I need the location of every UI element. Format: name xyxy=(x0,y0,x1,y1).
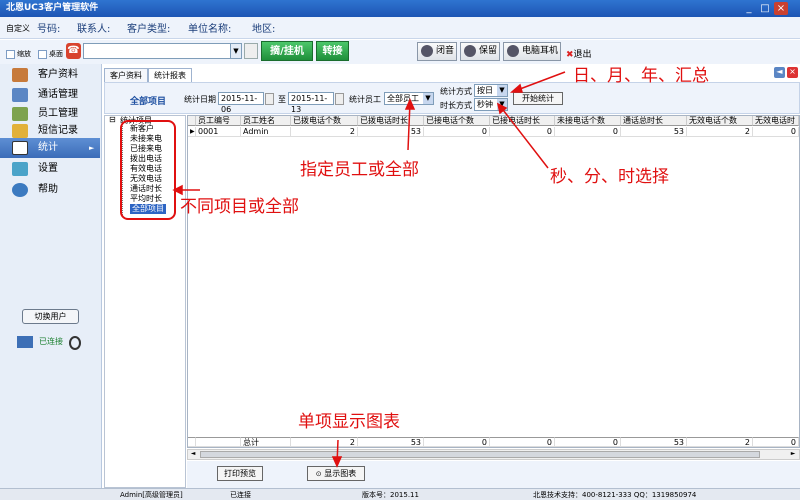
annotation-period: 日、月、年、汇总 xyxy=(573,66,709,86)
annotation-chart: 单项显示图表 xyxy=(298,412,400,432)
annotation-staff: 指定员工或全部 xyxy=(300,160,419,180)
annotation-items: 不同项目或全部 xyxy=(180,197,299,217)
annotation-unit: 秒、分、时选择 xyxy=(550,167,669,187)
